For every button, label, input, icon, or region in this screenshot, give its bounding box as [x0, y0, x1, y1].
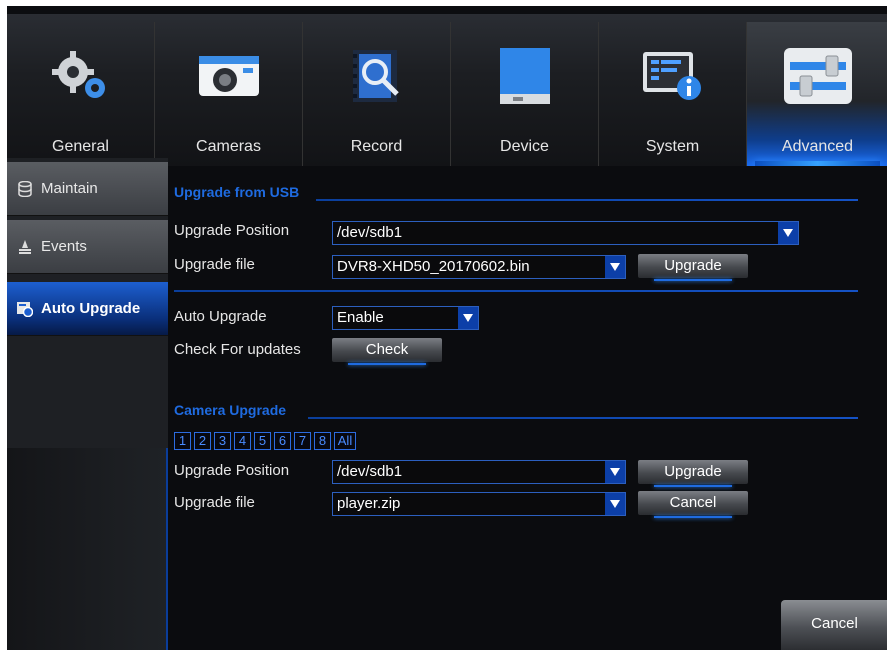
usb-upgrade-button[interactable]: Upgrade	[638, 254, 748, 281]
channel-checkbox-7[interactable]: 7	[294, 432, 311, 450]
usb-file-select[interactable]: DVR8-XHD50_20170602.bin	[332, 255, 626, 279]
usb-file-label: Upgrade file	[174, 256, 255, 273]
camera-position-value: /dev/sdb1	[337, 463, 403, 480]
camera-upgrade-button[interactable]: Upgrade	[638, 460, 748, 487]
sliders-icon	[747, 44, 887, 108]
record-search-icon	[303, 44, 450, 108]
auto-upgrade-label: Auto Upgrade	[174, 308, 267, 325]
camera-position-label: Upgrade Position	[174, 462, 290, 479]
section-divider	[174, 290, 858, 292]
sidebar-item-maintain[interactable]: Maintain	[7, 162, 168, 216]
tab-label: Device	[500, 138, 549, 155]
tab-label: Cameras	[196, 138, 261, 155]
tab-advanced[interactable]: Advanced	[747, 22, 887, 166]
camera-file-select[interactable]: player.zip	[332, 492, 626, 516]
sidebar: Maintain Events Auto Upgrade	[7, 158, 168, 650]
sidebar-item-label: Events	[41, 238, 87, 255]
channel-checkbox-4[interactable]: 4	[234, 432, 251, 450]
channel-checkbox-3[interactable]: 3	[214, 432, 231, 450]
camera-file-value: player.zip	[337, 495, 401, 512]
chevron-down-icon	[458, 307, 478, 329]
channel-checkbox-1[interactable]: 1	[174, 432, 191, 450]
tab-device[interactable]: Device	[451, 22, 599, 166]
chevron-down-icon	[605, 461, 625, 483]
camera-icon	[155, 44, 302, 108]
check-updates-label: Check For updates	[174, 341, 301, 358]
top-navigation: General Cameras Record Device System Adv…	[7, 14, 887, 166]
upgrade-icon	[17, 301, 33, 317]
chevron-down-icon	[605, 256, 625, 278]
system-info-icon	[599, 44, 746, 108]
camera-section-title: Camera Upgrade	[174, 402, 287, 418]
sidebar-background	[7, 448, 168, 650]
tab-cameras[interactable]: Cameras	[155, 22, 303, 166]
usb-section-title: Upgrade from USB	[174, 184, 300, 200]
auto-upgrade-panel: Upgrade from USB Upgrade Position /dev/s…	[168, 166, 887, 650]
camera-file-label: Upgrade file	[174, 494, 255, 511]
tab-label: Record	[350, 138, 403, 155]
camera-cancel-button[interactable]: Cancel	[638, 491, 748, 518]
gears-icon	[7, 44, 154, 108]
channel-checkbox-6[interactable]: 6	[274, 432, 291, 450]
database-icon	[17, 180, 33, 197]
sidebar-item-auto-upgrade[interactable]: Auto Upgrade	[7, 282, 168, 336]
usb-position-label: Upgrade Position	[174, 222, 290, 239]
tab-label: Advanced	[781, 138, 854, 155]
usb-file-value: DVR8-XHD50_20170602.bin	[337, 258, 530, 275]
auto-upgrade-select[interactable]: Enable	[332, 306, 479, 330]
auto-upgrade-value: Enable	[337, 309, 384, 326]
channel-checkbox-8[interactable]: 8	[314, 432, 331, 450]
tab-general[interactable]: General	[7, 22, 155, 166]
sidebar-item-label: Auto Upgrade	[41, 300, 141, 317]
hard-drive-icon	[451, 44, 598, 108]
tab-system[interactable]: System	[599, 22, 747, 166]
section-divider	[308, 417, 858, 419]
channel-checkbox-all[interactable]: All	[334, 432, 356, 450]
usb-position-value: /dev/sdb1	[337, 224, 403, 241]
check-button[interactable]: Check	[332, 338, 442, 365]
camera-position-select[interactable]: /dev/sdb1	[332, 460, 626, 484]
tab-label: System	[645, 138, 700, 155]
dvr-settings-window: General Cameras Record Device System Adv…	[7, 6, 887, 650]
channel-checkbox-2[interactable]: 2	[194, 432, 211, 450]
cancel-button[interactable]: Cancel	[781, 600, 887, 650]
events-icon	[17, 239, 33, 255]
chevron-down-icon	[605, 493, 625, 515]
sidebar-item-label: Maintain	[41, 180, 98, 197]
sidebar-item-events[interactable]: Events	[7, 220, 168, 274]
usb-position-select[interactable]: /dev/sdb1	[332, 221, 799, 245]
tab-label: General	[52, 138, 109, 155]
tab-record[interactable]: Record	[303, 22, 451, 166]
section-divider	[316, 199, 858, 201]
channel-checkbox-5[interactable]: 5	[254, 432, 271, 450]
chevron-down-icon	[778, 222, 798, 244]
